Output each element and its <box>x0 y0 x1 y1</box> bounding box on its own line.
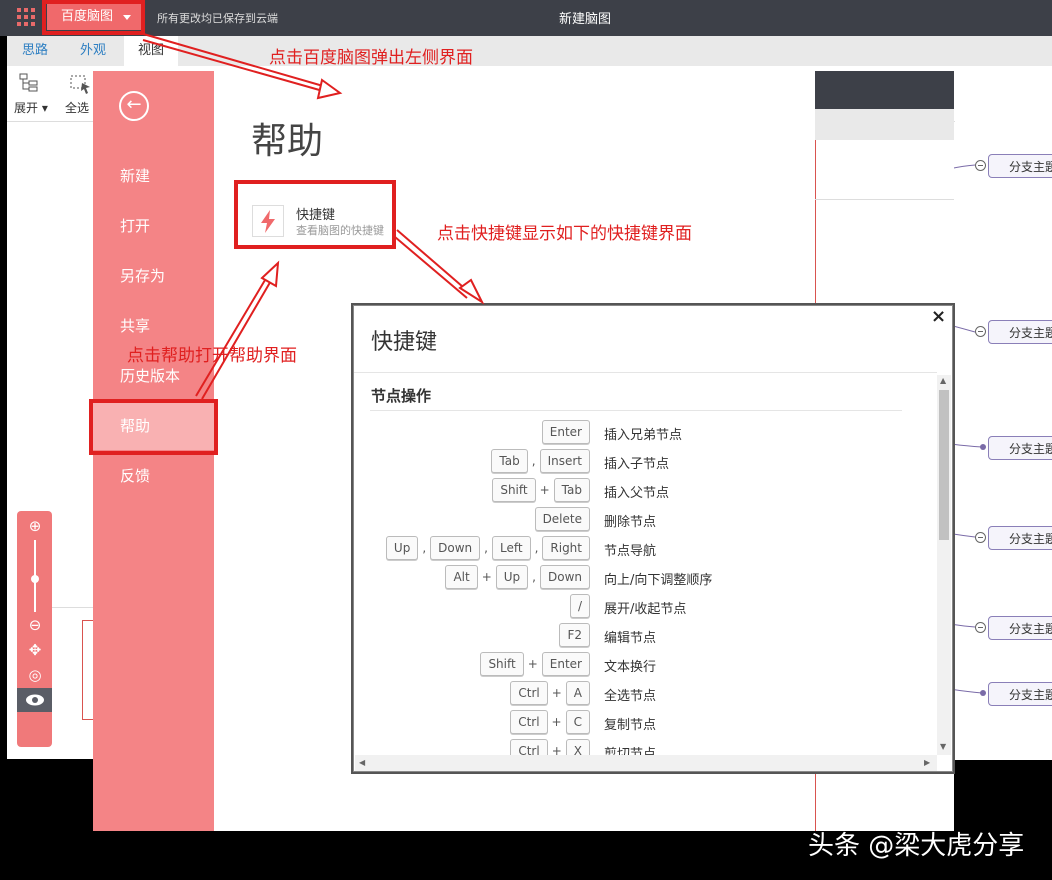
annotation-help: 点击帮助打开帮助界面 <box>127 346 297 366</box>
annotation-brand: 点击百度脑图弹出左侧界面 <box>269 48 473 68</box>
annotation-arrows <box>139 32 485 400</box>
annotation-shortcut: 点击快捷键显示如下的快捷键界面 <box>437 224 692 244</box>
watermark: 头条 @梁大虎分享 <box>808 831 1025 861</box>
